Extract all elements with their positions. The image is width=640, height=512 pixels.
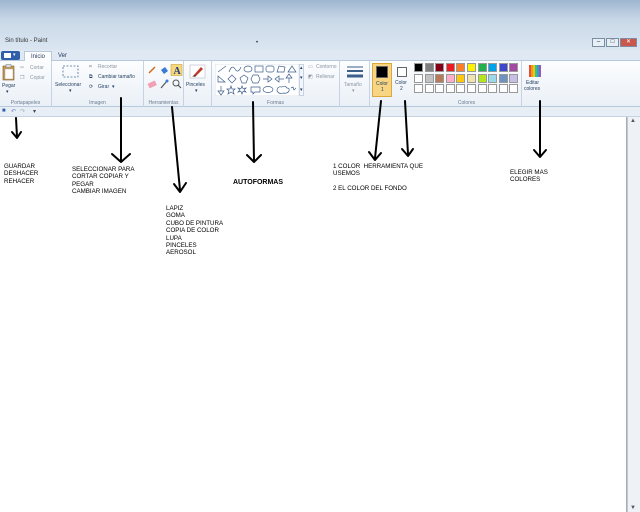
arrow-seleccionar [111, 97, 131, 163]
arrow-guardar [11, 117, 22, 139]
arrow-autoformas [246, 101, 262, 163]
arrow-herramientas [171, 106, 187, 193]
note-guardar: GUARDAR DESHACER REHACER [4, 163, 39, 185]
annotation-arrows [11, 97, 547, 193]
arrow-color1 [368, 100, 382, 161]
note-elegir: ELEGIR MAS COLORES [510, 169, 548, 184]
arrow-color2 [401, 100, 414, 157]
arrow-elegir [533, 100, 547, 158]
note-herramientas: LAPIZ GOMA CUBO DE PINTURA COPIA DE COLO… [166, 205, 224, 257]
note-autoformas: AUTOFORMAS [233, 179, 284, 186]
note-seleccionar: SELECCIONAR PARA CORTAR COPIAR Y PEGAR C… [72, 166, 135, 196]
note-color: 1 COLOR HERRAMIENTA QUE USEMOS 2 EL COLO… [333, 163, 423, 193]
